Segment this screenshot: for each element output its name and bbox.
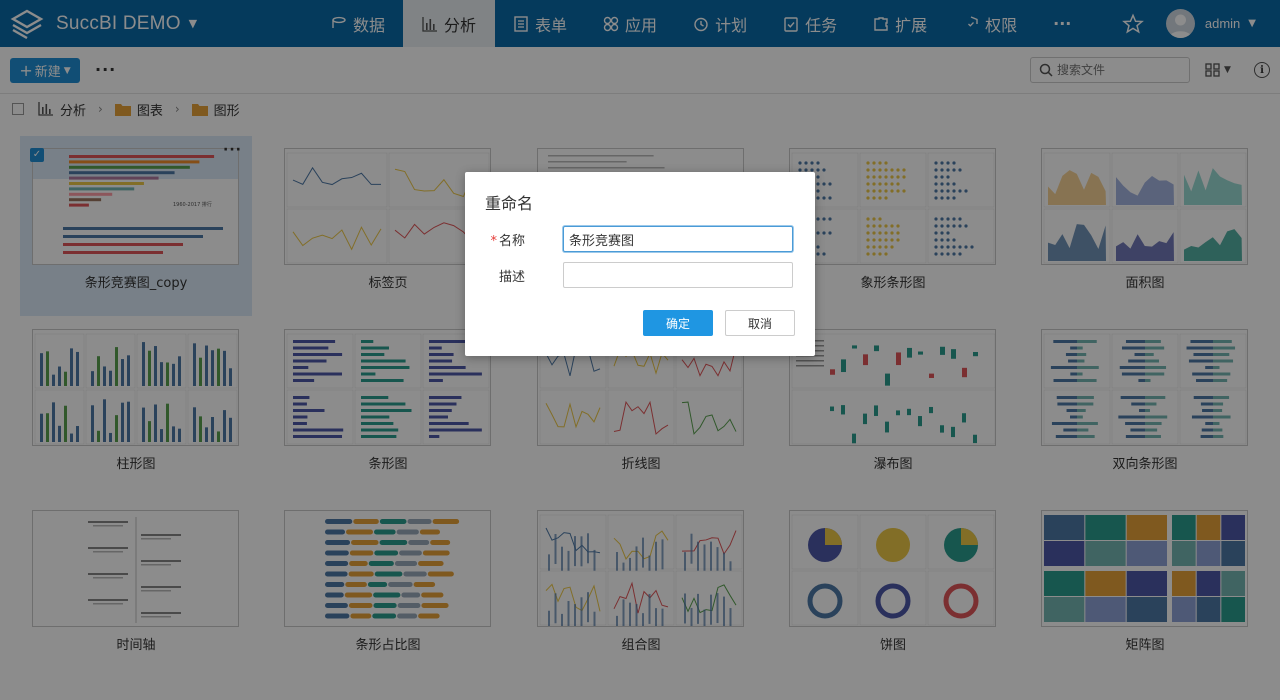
name-label-text: 名称 bbox=[498, 234, 525, 249]
name-label: * 名称 bbox=[485, 230, 545, 249]
dialog-title: 重命名 bbox=[485, 194, 534, 213]
desc-label: 描述 bbox=[498, 270, 525, 285]
cancel-button[interactable]: 取消 bbox=[725, 310, 795, 336]
rename-dialog: 重命名 *名称 描述 确定 取消 bbox=[465, 172, 815, 356]
required-mark: * bbox=[490, 234, 497, 249]
description-input[interactable] bbox=[563, 262, 793, 288]
ok-button[interactable]: 确定 bbox=[643, 310, 713, 336]
name-input[interactable] bbox=[563, 226, 793, 252]
